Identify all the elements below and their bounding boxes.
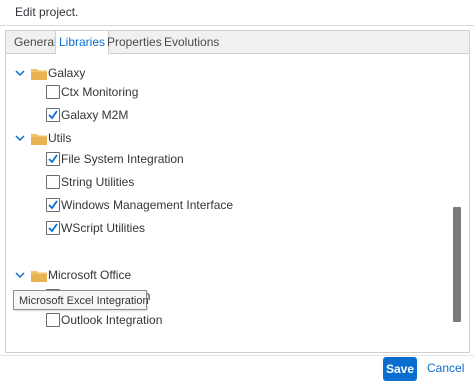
folder-icon [31, 68, 47, 80]
dialog-header: Edit project. [0, 0, 474, 26]
checkbox-checked[interactable] [46, 221, 60, 235]
chevron-down-icon[interactable] [14, 132, 26, 144]
tab-general[interactable]: General [11, 31, 60, 53]
edit-project-dialog: Edit project. General Libraries Properti… [0, 0, 474, 389]
tree-item[interactable]: Galaxy M2M [6, 105, 452, 127]
tooltip: Microsoft Excel Integration [13, 290, 149, 310]
tree-item-label: Galaxy M2M [61, 108, 129, 122]
tree-group-label: Microsoft Office [48, 268, 132, 282]
checkbox-unchecked[interactable] [46, 313, 60, 327]
cancel-button[interactable]: Cancel [427, 361, 464, 375]
tree-item-label: Ctx Monitoring [61, 85, 139, 99]
checkbox-checked[interactable] [46, 152, 60, 166]
tree-group-label: Galaxy [48, 66, 86, 80]
tree-item[interactable]: WScript Utilities [6, 218, 452, 240]
checkbox-unchecked[interactable] [46, 175, 60, 189]
tree-group[interactable]: Utils [6, 128, 452, 150]
dialog-title: Edit project. [15, 5, 79, 19]
tree-group[interactable]: CRM Applications [6, 351, 452, 352]
tree-item-label: Outlook Integration [61, 313, 163, 327]
tree-group-label: Utils [48, 131, 72, 145]
tree-item-label: WScript Utilities [61, 221, 146, 235]
checkbox-checked[interactable] [46, 108, 60, 122]
tab-evolutions[interactable]: Evolutions [161, 31, 222, 53]
tree-item[interactable]: Ctx Monitoring [6, 82, 452, 104]
checkbox-checked[interactable] [46, 198, 60, 212]
folder-icon [31, 133, 47, 145]
save-button[interactable]: Save [383, 357, 417, 381]
chevron-down-icon[interactable] [14, 67, 26, 79]
tree-group[interactable]: Microsoft Office [6, 265, 452, 287]
checkbox-unchecked[interactable] [46, 85, 60, 99]
tab-bar: General Libraries Properties Evolutions [6, 31, 469, 54]
tree-item[interactable]: String Utilities [6, 172, 452, 194]
tree-item[interactable]: Windows Management Interface [6, 195, 452, 217]
tree-item[interactable]: File System Integration [6, 149, 452, 171]
tab-libraries[interactable]: Libraries [55, 31, 110, 54]
tree-item-label: String Utilities [61, 175, 135, 189]
tree-item[interactable]: Outlook Integration [6, 310, 452, 332]
folder-icon [31, 270, 47, 282]
tree-item-label: File System Integration [61, 152, 184, 166]
tab-properties[interactable]: Properties [104, 31, 165, 53]
chevron-down-icon[interactable] [14, 269, 26, 281]
tree-item-label: Windows Management Interface [61, 198, 234, 212]
scrollbar-thumb[interactable] [453, 207, 461, 322]
